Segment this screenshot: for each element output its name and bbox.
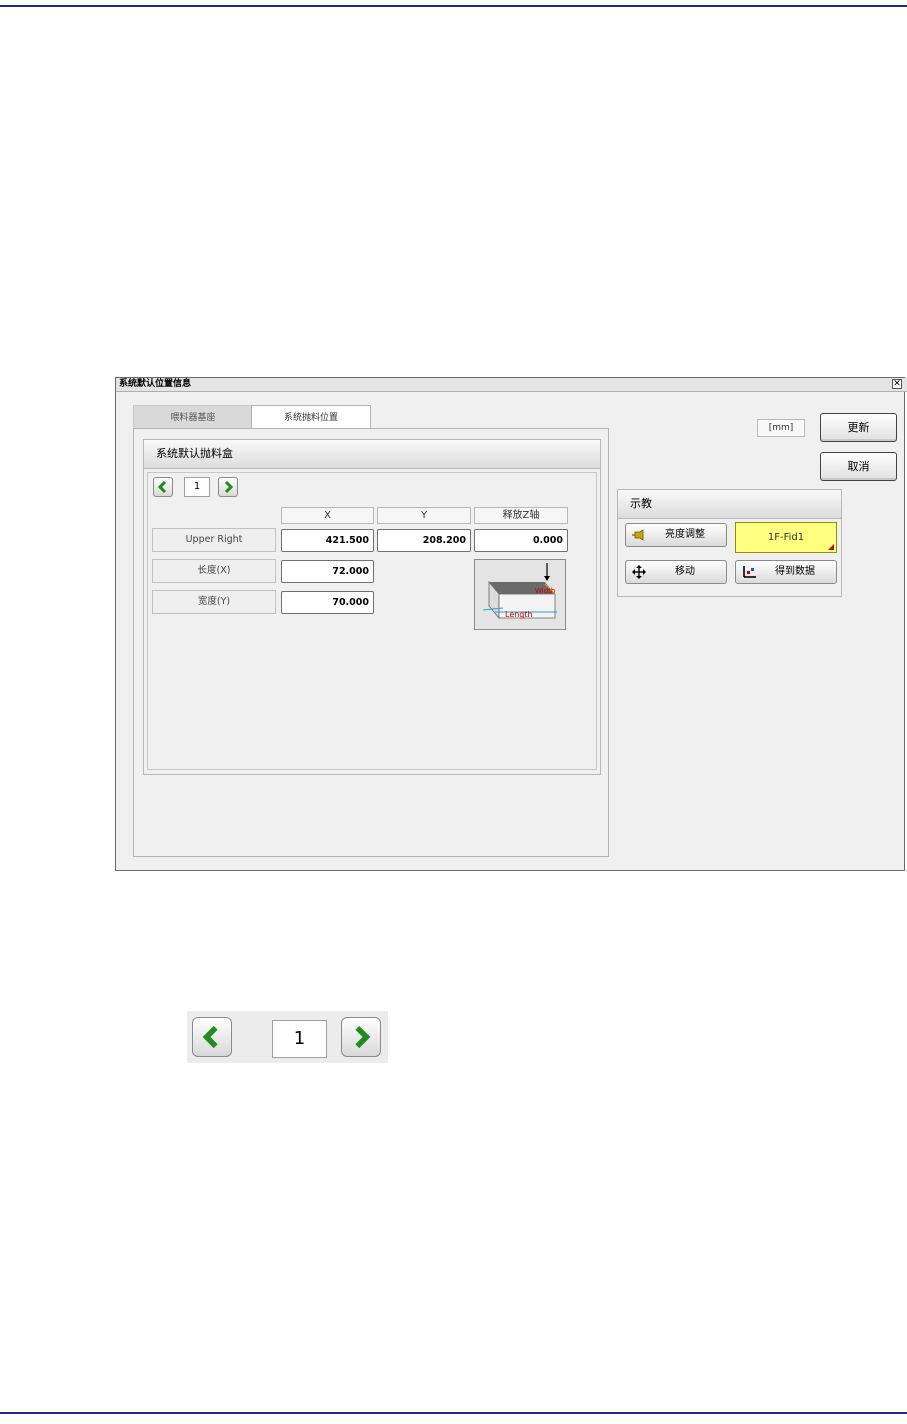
dialog-title: 系统默认位置信息 [119,379,192,389]
chevron-right-icon [224,481,234,493]
teach-group-title: 示教 [618,490,841,519]
zoomed-nav-detail: 1 [187,1011,388,1063]
length-label: Length [505,610,533,619]
get-data-button[interactable]: 得到数据 [735,560,837,584]
brightness-adjust-label: 亮度调整 [665,529,705,540]
lamp-icon [632,529,644,541]
tab-feeder-base[interactable]: 喂料器基座 [133,405,253,429]
page-number-box[interactable]: 1 [184,477,210,497]
zoom-next-button[interactable] [341,1017,381,1057]
fiducial-selector[interactable]: 1F-Fid1 [735,522,837,553]
tab-system-dump-position[interactable]: 系统抛料位置 [251,405,371,429]
unit-label: [mm] [757,419,805,437]
upper-right-x-input[interactable]: 421.500 [281,529,374,552]
tab-panel: 系统默认抛料盒 1 X Y 释放Z轴 Upper Right 421.500 2… [133,428,609,857]
chevron-left-icon [202,1026,218,1048]
width-y-input[interactable]: 70.000 [281,591,374,614]
row-label-width: 宽度(Y) [152,590,276,614]
update-button[interactable]: 更新 [820,413,897,442]
chevron-right-icon [355,1026,371,1048]
column-header-release-z: 释放Z轴 [474,507,568,524]
column-header-x: X [281,507,374,524]
release-z-input[interactable]: 0.000 [474,529,568,552]
group-body: 1 X Y 释放Z轴 Upper Right 421.500 208.200 0… [147,472,597,770]
next-button[interactable] [218,477,238,497]
zoom-prev-button[interactable] [192,1017,232,1057]
prev-button[interactable] [153,477,173,497]
row-label-length: 长度(X) [152,559,276,583]
fiducial-label: 1F-Fid1 [767,532,805,543]
move-arrows-icon [632,565,646,579]
dropdown-corner-icon [828,544,834,550]
move-label: 移动 [675,566,695,577]
group-title: 系统默认抛料盒 [144,440,600,469]
system-default-position-dialog: 系统默认位置信息 ✕ 喂料器基座 系统抛料位置 系统默认抛料盒 1 X Y 释放… [115,377,907,871]
page-bottom-rule [0,1412,907,1414]
move-button[interactable]: 移动 [625,560,727,584]
dialog-titlebar: 系统默认位置信息 [116,378,907,392]
column-header-y: Y [377,507,471,524]
chevron-left-icon [157,481,167,493]
row-label-upper-right: Upper Right [152,528,276,552]
box-diagram-icon: Length Width [482,563,557,620]
page-top-rule [0,5,907,7]
dump-box-illustration: Length Width [474,559,566,630]
default-dump-box-group: 系统默认抛料盒 1 X Y 释放Z轴 Upper Right 421.500 2… [143,439,601,775]
axis-chart-icon [743,566,756,578]
brightness-adjust-button[interactable]: 亮度调整 [625,523,727,547]
zoom-page-number-box[interactable]: 1 [272,1020,327,1058]
width-label: Width [535,587,555,595]
cancel-button[interactable]: 取消 [820,452,897,481]
get-data-label: 得到数据 [775,566,815,577]
teach-group: 示教 亮度调整 1F-Fid1 移动 得到数据 [617,489,842,597]
close-icon[interactable]: ✕ [892,379,902,389]
length-x-input[interactable]: 72.000 [281,560,374,583]
upper-right-y-input[interactable]: 208.200 [377,529,471,552]
